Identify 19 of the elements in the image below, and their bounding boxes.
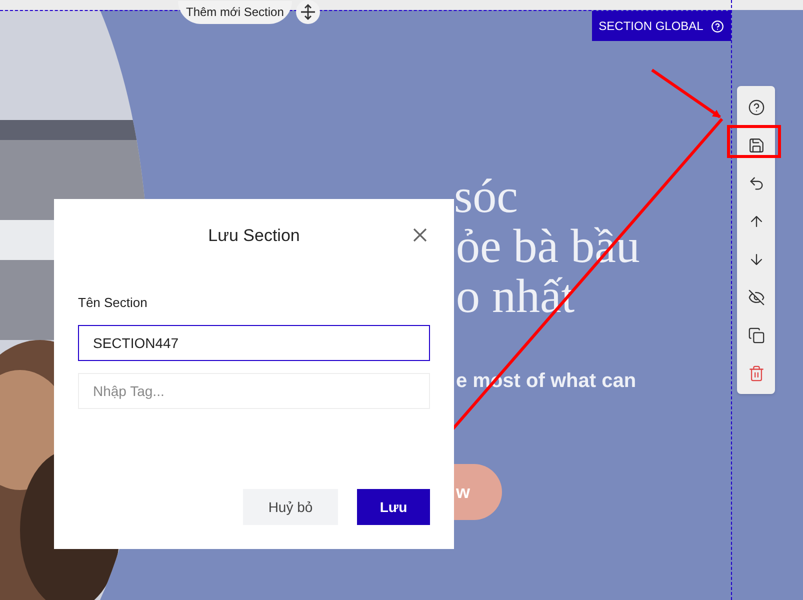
help-icon — [748, 98, 764, 116]
section-name-field[interactable]: SECTION447 — [78, 324, 430, 360]
cta-label: w — [455, 480, 470, 504]
trash-icon — [748, 364, 764, 382]
help-icon[interactable] — [711, 20, 724, 32]
copy-icon — [748, 326, 764, 344]
eye-off-icon — [748, 288, 764, 306]
tag-field[interactable]: Nhập Tag... — [78, 372, 430, 408]
resize-handle[interactable] — [296, 0, 320, 24]
add-section-button[interactable]: Thêm mới Section — [178, 0, 292, 24]
hero-heading-line: sóc — [454, 170, 519, 224]
undo-icon — [748, 174, 764, 192]
cancel-button[interactable]: Huỷ bỏ — [243, 489, 338, 525]
save-button[interactable]: Lưu — [357, 489, 430, 525]
badge-label: SECTION GLOBAL — [598, 18, 704, 35]
vertical-resize-icon — [300, 4, 316, 20]
field-label: Tên Section — [78, 294, 148, 312]
close-icon — [413, 228, 427, 242]
dialog-title: Lưu Section — [208, 225, 300, 248]
